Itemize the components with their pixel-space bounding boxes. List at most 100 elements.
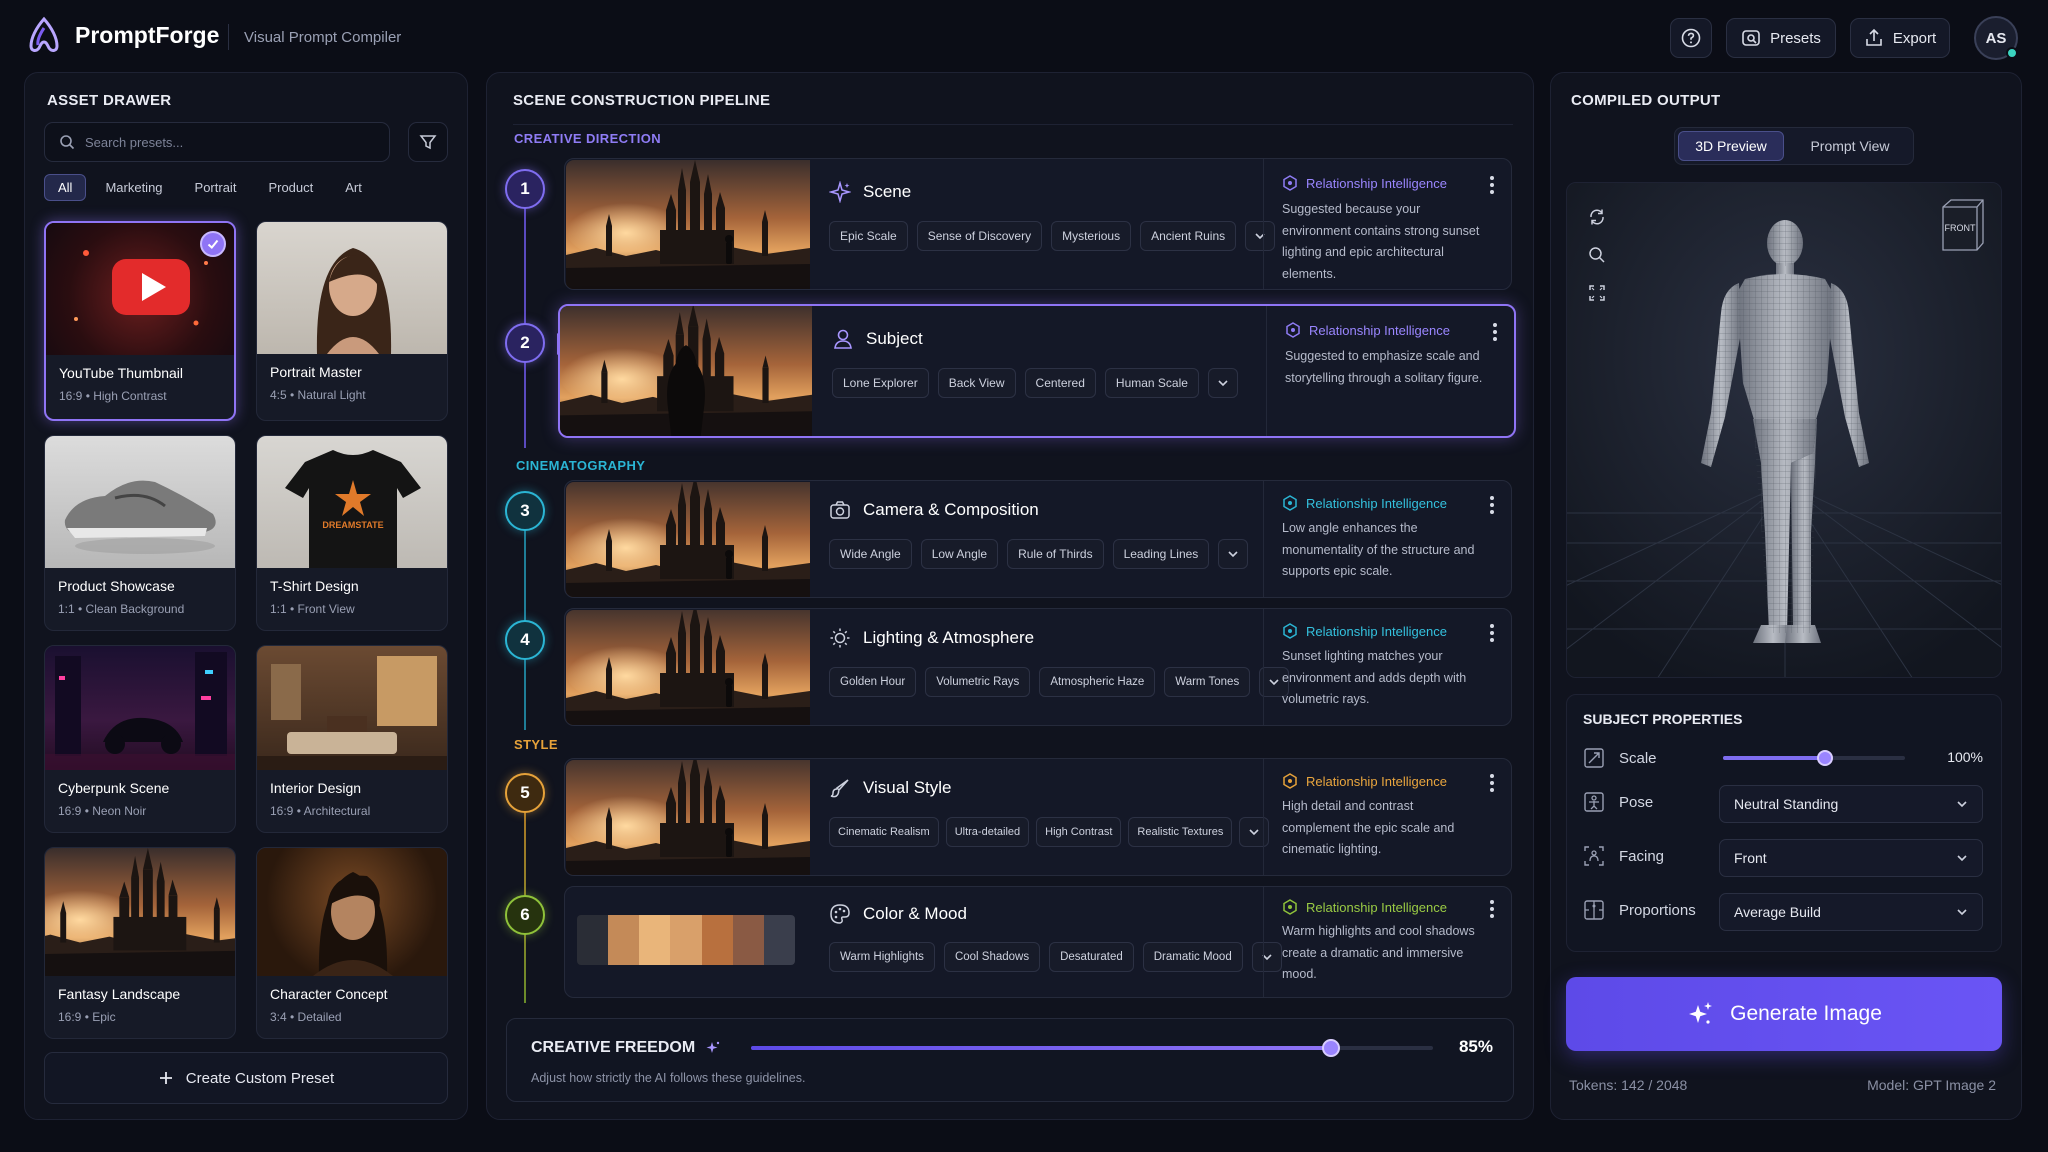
tag-chip[interactable]: Mysterious (1051, 221, 1132, 251)
filter-chip-marketing[interactable]: Marketing (92, 174, 175, 201)
preset-card-interior-design[interactable]: Interior Design 16:9 • Architectural (256, 645, 448, 833)
sparkle-icon (829, 181, 851, 203)
more-options-icon[interactable] (1489, 623, 1495, 643)
preset-card-fantasy-landscape[interactable]: Fantasy Landscape 16:9 • Epic (44, 847, 236, 1039)
pipeline-step-visual-style[interactable]: Visual Style Cinematic Realism Ultra-det… (564, 758, 1512, 876)
step-title: Color & Mood (863, 904, 967, 923)
tag-chip[interactable]: Leading Lines (1112, 539, 1210, 569)
more-tags-dropdown[interactable] (1218, 539, 1249, 569)
pipeline-step-lighting-atmosphere[interactable]: Lighting & Atmosphere Golden Hour Volume… (564, 608, 1512, 726)
preset-card-product-showcase[interactable]: Product Showcase 1:1 • Clean Background (44, 435, 236, 631)
tag-chip[interactable]: High Contrast (1036, 817, 1122, 847)
scale-slider[interactable] (1723, 750, 1905, 766)
tag-chip[interactable]: Realistic Textures (1128, 817, 1233, 847)
slider-handle[interactable] (1816, 750, 1833, 766)
user-avatar[interactable]: AS (1974, 16, 2018, 60)
presets-button[interactable]: Presets (1726, 18, 1836, 58)
tag-chip[interactable]: Golden Hour (829, 667, 917, 697)
more-options-icon[interactable] (1489, 773, 1495, 793)
tag-chip[interactable]: Warm Highlights (829, 942, 935, 972)
zoom-button[interactable] (1583, 241, 1611, 269)
tag-chip[interactable]: Epic Scale (829, 221, 908, 251)
tag-chip[interactable]: Cool Shadows (943, 942, 1041, 972)
fit-view-button[interactable] (1583, 279, 1611, 307)
preset-meta: 3:4 • Detailed (270, 1010, 342, 1024)
ri-header: Relationship Intelligence (1282, 175, 1447, 191)
step-title: Visual Style (863, 778, 952, 797)
view-cube[interactable]: FRONT (1937, 197, 1989, 253)
preset-search[interactable] (44, 122, 390, 162)
preset-card-cyberpunk-scene[interactable]: Cyberpunk Scene 16:9 • Neon Noir (44, 645, 236, 833)
more-tags-dropdown[interactable] (1207, 368, 1238, 398)
pipeline-step-scene[interactable]: Scene Epic Scale Sense of Discovery Myst… (564, 158, 1512, 290)
ri-header: Relationship Intelligence (1282, 495, 1447, 511)
ri-label: Relationship Intelligence (1309, 322, 1450, 338)
tag-chip[interactable]: Back View (937, 368, 1016, 398)
creative-freedom-hint: Adjust how strictly the AI follows these… (531, 1071, 806, 1085)
pose-select[interactable]: Neutral Standing (1719, 785, 1983, 823)
step-badge-4: 4 (505, 620, 545, 660)
tag-chip[interactable]: Rule of Thirds (1007, 539, 1104, 569)
plus-icon (159, 1072, 172, 1084)
generate-image-button[interactable]: Generate Image (1566, 977, 2002, 1051)
filter-chip-portrait[interactable]: Portrait (182, 174, 250, 201)
proportions-select[interactable]: Average Build (1719, 893, 1983, 931)
tag-chip[interactable]: Human Scale (1104, 368, 1199, 398)
filter-chip-art[interactable]: Art (332, 174, 375, 201)
step-thumbnail-image (566, 610, 810, 726)
proportions-label: Proportions (1619, 901, 1696, 919)
export-button[interactable]: Export (1850, 18, 1950, 58)
filter-button[interactable] (408, 122, 448, 162)
slider-handle[interactable] (1321, 1039, 1340, 1057)
tag-chip[interactable]: Cinematic Realism (829, 817, 939, 847)
tag-chip[interactable]: Atmospheric Haze (1039, 667, 1156, 697)
create-custom-preset-button[interactable]: Create Custom Preset (44, 1052, 448, 1104)
relationship-intelligence-panel: Relationship Intelligence High detail an… (1263, 759, 1511, 875)
pose-label: Pose (1619, 793, 1654, 811)
step-title: Camera & Composition (863, 500, 1039, 519)
chevron-down-icon (1218, 380, 1228, 387)
pipeline-step-color-mood[interactable]: Color & Mood Warm Highlights Cool Shadow… (564, 886, 1512, 998)
step-thumbnail-image (560, 306, 812, 436)
rotate-view-button[interactable] (1583, 203, 1611, 231)
step-thumbnail-image (566, 160, 810, 290)
tag-chip[interactable]: Desaturated (1049, 942, 1134, 972)
app-subtitle: Visual Prompt Compiler (244, 29, 402, 46)
more-options-icon[interactable] (1489, 899, 1495, 919)
tag-chip[interactable]: Dramatic Mood (1142, 942, 1243, 972)
tag-chip[interactable]: Sense of Discovery (916, 221, 1043, 251)
tag-chip[interactable]: Ancient Ruins (1140, 221, 1237, 251)
facing-select[interactable]: Front (1719, 839, 1983, 877)
more-options-icon[interactable] (1492, 322, 1498, 342)
pipeline-step-subject[interactable]: Subject Lone Explorer Back View Centered… (558, 304, 1516, 438)
ri-text: Suggested because your environment conta… (1282, 202, 1480, 281)
pipeline-step-camera-composition[interactable]: Camera & Composition Wide Angle Low Angl… (564, 480, 1512, 598)
filter-chip-all[interactable]: All (44, 174, 87, 201)
relationship-intelligence-panel: Relationship Intelligence Suggested to e… (1266, 306, 1514, 436)
more-options-icon[interactable] (1489, 175, 1495, 195)
tag-chip[interactable]: Warm Tones (1164, 667, 1251, 697)
divider (513, 124, 1513, 125)
tab-prompt-view[interactable]: Prompt View (1791, 131, 1909, 161)
creative-freedom-label: CREATIVE FREEDOM (531, 1039, 696, 1056)
subject-properties-title: SUBJECT PROPERTIES (1583, 711, 1743, 727)
preset-card-portrait-master[interactable]: Portrait Master 4:5 • Natural Light (256, 221, 448, 421)
tag-chip[interactable]: Wide Angle (829, 539, 912, 569)
tag-chip[interactable]: Ultra-detailed (945, 817, 1030, 847)
tag-chip[interactable]: Low Angle (920, 539, 999, 569)
tag-chip[interactable]: Centered (1024, 368, 1096, 398)
tag-chip[interactable]: Volumetric Rays (925, 667, 1031, 697)
preset-meta: 16:9 • Epic (58, 1010, 116, 1024)
preset-card-character-concept[interactable]: Character Concept 3:4 • Detailed (256, 847, 448, 1039)
more-options-icon[interactable] (1489, 495, 1495, 515)
filter-chip-product[interactable]: Product (255, 174, 326, 201)
tab-3d-preview[interactable]: 3D Preview (1678, 131, 1784, 161)
tag-chip[interactable]: Lone Explorer (832, 368, 929, 398)
search-input[interactable] (85, 134, 365, 150)
proportions-value: Average Build (1734, 904, 1821, 920)
preset-card-youtube-thumbnail[interactable]: YouTube Thumbnail 16:9 • High Contrast (44, 221, 236, 421)
preset-card-tshirt-design[interactable]: DREAMSTATE T-Shirt Design 1:1 • Front Vi… (256, 435, 448, 631)
creative-freedom-slider[interactable] (751, 1039, 1433, 1057)
3d-preview-viewport[interactable]: FRONT (1566, 182, 2002, 678)
help-button[interactable] (1670, 18, 1712, 58)
